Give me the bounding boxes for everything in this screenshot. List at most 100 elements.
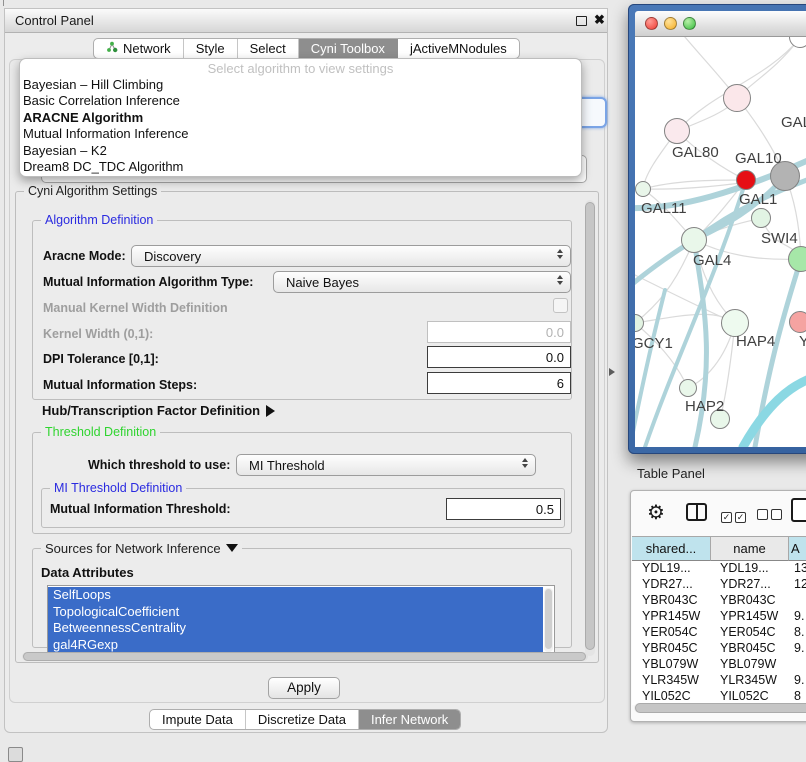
document-icon[interactable] xyxy=(791,498,806,522)
table-panel-window: ⚙ ✓✓ shared...nameA YDL19...YDL19...13YD… xyxy=(630,490,806,722)
network-node[interactable] xyxy=(635,181,651,197)
threshold-definition-title: Threshold Definition xyxy=(41,425,160,439)
control-panel-window: Control Panel ✖ Network Style SelectCyni T… xyxy=(4,8,608,733)
combo-stepper-icon xyxy=(557,249,563,259)
column-header[interactable]: name xyxy=(711,536,789,561)
table-row[interactable]: YPR145WYPR145W9. xyxy=(632,609,806,625)
table-cell: YBL079W xyxy=(632,657,711,673)
table-cell: 9. xyxy=(789,609,806,625)
column-header[interactable]: shared... xyxy=(632,536,711,561)
attribute-item[interactable]: gal4RGexp xyxy=(48,637,543,654)
table-row[interactable]: YBL079WYBL079W xyxy=(632,657,806,673)
algorithm-option[interactable]: Basic Correlation Inference xyxy=(20,93,581,109)
network-node[interactable] xyxy=(736,170,756,190)
table-cell xyxy=(789,657,806,673)
table-cell: YDL19... xyxy=(632,561,711,577)
zoom-traffic-light[interactable] xyxy=(683,17,696,30)
table-cell: 9. xyxy=(789,673,806,689)
attribute-item[interactable]: TopologicalCoefficient xyxy=(48,604,543,621)
deselect-all-columns-icon[interactable] xyxy=(757,507,785,525)
table-cell: 8. xyxy=(789,625,806,641)
kernel-width-field[interactable]: 0.0 xyxy=(427,321,571,343)
network-window-titlebar[interactable] xyxy=(635,11,806,37)
mi-steps-field[interactable]: 6 xyxy=(427,372,571,394)
tab-select[interactable]: Select xyxy=(238,39,299,58)
table-cell: YLR345W xyxy=(632,673,711,689)
network-node[interactable] xyxy=(789,311,806,333)
settings-horizontal-scrollbar[interactable] xyxy=(22,652,588,661)
attribute-item[interactable]: SelfLoops xyxy=(48,587,543,604)
mi-steps-label: Mutual Information Steps: xyxy=(43,378,197,392)
node-label: GAL xyxy=(781,114,806,131)
mi-threshold-group: MI Threshold Definition Mutual Informati… xyxy=(41,488,565,528)
tab-infer-network[interactable]: Infer Network xyxy=(359,710,460,729)
float-window-icon[interactable] xyxy=(576,16,587,26)
settings-vertical-scrollbar[interactable] xyxy=(585,200,595,656)
sources-title[interactable]: Sources for Network Inference xyxy=(41,541,242,556)
tab-impute-data[interactable]: Impute Data xyxy=(150,710,246,729)
table-header-row: shared...nameA xyxy=(632,536,806,561)
panel-resize-arrow-icon[interactable] xyxy=(609,368,615,376)
list-scrollbar[interactable] xyxy=(544,588,553,652)
network-node[interactable] xyxy=(664,118,690,144)
scrollbar-thumb[interactable] xyxy=(23,652,586,661)
table-horizontal-scrollbar[interactable] xyxy=(634,703,806,713)
control-panel-titlebar[interactable]: Control Panel ✖ xyxy=(5,9,607,33)
column-layout-icon[interactable] xyxy=(686,503,707,521)
column-header[interactable]: A xyxy=(789,536,806,561)
table-panel-title: Table Panel xyxy=(637,466,705,481)
algorithm-option[interactable]: Bayesian – Hill Climbing xyxy=(20,77,581,93)
mi-threshold-field[interactable]: 0.5 xyxy=(446,498,561,520)
dpi-tolerance-field[interactable]: 0.0 xyxy=(427,346,571,368)
table-cell: YER054C xyxy=(711,625,789,641)
combo-stepper-icon xyxy=(522,458,528,468)
table-row[interactable]: YLR345WYLR345W9. xyxy=(632,673,806,689)
tab-label: Style xyxy=(196,41,225,56)
minimized-panel-icon[interactable] xyxy=(8,747,23,762)
table-row[interactable]: YDR27...YDR27...12 xyxy=(632,577,806,593)
hub-section-toggle[interactable]: Hub/Transcription Factor Definition xyxy=(42,403,275,418)
algorithm-option[interactable]: ARACNE Algorithm xyxy=(20,110,581,126)
scrollbar-thumb[interactable] xyxy=(545,589,552,649)
network-node[interactable] xyxy=(751,208,771,228)
sources-group: Sources for Network Inference Data Attri… xyxy=(32,548,572,648)
manual-kernel-checkbox[interactable] xyxy=(553,298,568,313)
which-threshold-combo[interactable]: MI Threshold xyxy=(236,454,536,476)
node-label: GAL1 xyxy=(739,191,777,208)
screen: Control Panel ✖ Network Style SelectCyni T… xyxy=(0,0,806,762)
data-attributes-list[interactable]: SelfLoopsTopologicalCoefficientBetweenne… xyxy=(47,585,555,655)
table-row[interactable]: YDL19...YDL19...13 xyxy=(632,561,806,577)
which-threshold-label: Which threshold to use: xyxy=(88,458,230,472)
tab-style[interactable]: Style xyxy=(184,39,238,58)
algorithm-option[interactable]: Dream8 DC_TDC Algorithm xyxy=(20,159,581,175)
table-toolbar: ⚙ ✓✓ xyxy=(631,491,806,536)
attribute-item[interactable]: BetweennessCentrality xyxy=(48,620,543,637)
mi-type-combo[interactable]: Naive Bayes xyxy=(273,271,571,293)
close-traffic-light[interactable] xyxy=(645,17,658,30)
minimize-traffic-light[interactable] xyxy=(664,17,677,30)
close-icon[interactable]: ✖ xyxy=(594,12,605,28)
tab-discretize-data[interactable]: Discretize Data xyxy=(246,710,359,729)
scrollbar-thumb[interactable] xyxy=(585,202,595,650)
apply-button[interactable]: Apply xyxy=(268,677,340,699)
table-cell: YBR043C xyxy=(632,593,711,609)
tab-jactivemnodules[interactable]: jActiveMNodules xyxy=(398,39,519,58)
table-row[interactable]: YBR045CYBR045C9. xyxy=(632,641,806,657)
algorithm-option[interactable]: Bayesian – K2 xyxy=(20,143,581,159)
tab-cyni-toolbox[interactable]: Cyni Toolbox xyxy=(299,39,398,58)
select-all-columns-icon[interactable]: ✓✓ xyxy=(721,507,749,525)
network-node[interactable] xyxy=(723,84,751,112)
settings-gear-icon[interactable]: ⚙ xyxy=(647,500,665,525)
table-row[interactable]: YBR043CYBR043C xyxy=(632,593,806,609)
network-node[interactable] xyxy=(679,379,697,397)
tab-network[interactable]: Network xyxy=(94,39,184,58)
network-canvas[interactable]: GALGAL80GAL10GAL11GAL1SWI4GAL4GCY1HAP4YH… xyxy=(635,37,806,447)
aracne-mode-combo[interactable]: Discovery xyxy=(131,245,571,267)
table-cell: YPR145W xyxy=(632,609,711,625)
table-row[interactable]: YER054CYER054C8. xyxy=(632,625,806,641)
mi-threshold-title: MI Threshold Definition xyxy=(50,481,186,495)
network-node[interactable] xyxy=(681,227,707,253)
algorithm-option[interactable]: Mutual Information Inference xyxy=(20,126,581,142)
scrollbar-thumb[interactable] xyxy=(635,703,806,713)
cyni-algorithm-settings-group: Cyni Algorithm Settings Algorithm Defini… xyxy=(15,191,599,663)
